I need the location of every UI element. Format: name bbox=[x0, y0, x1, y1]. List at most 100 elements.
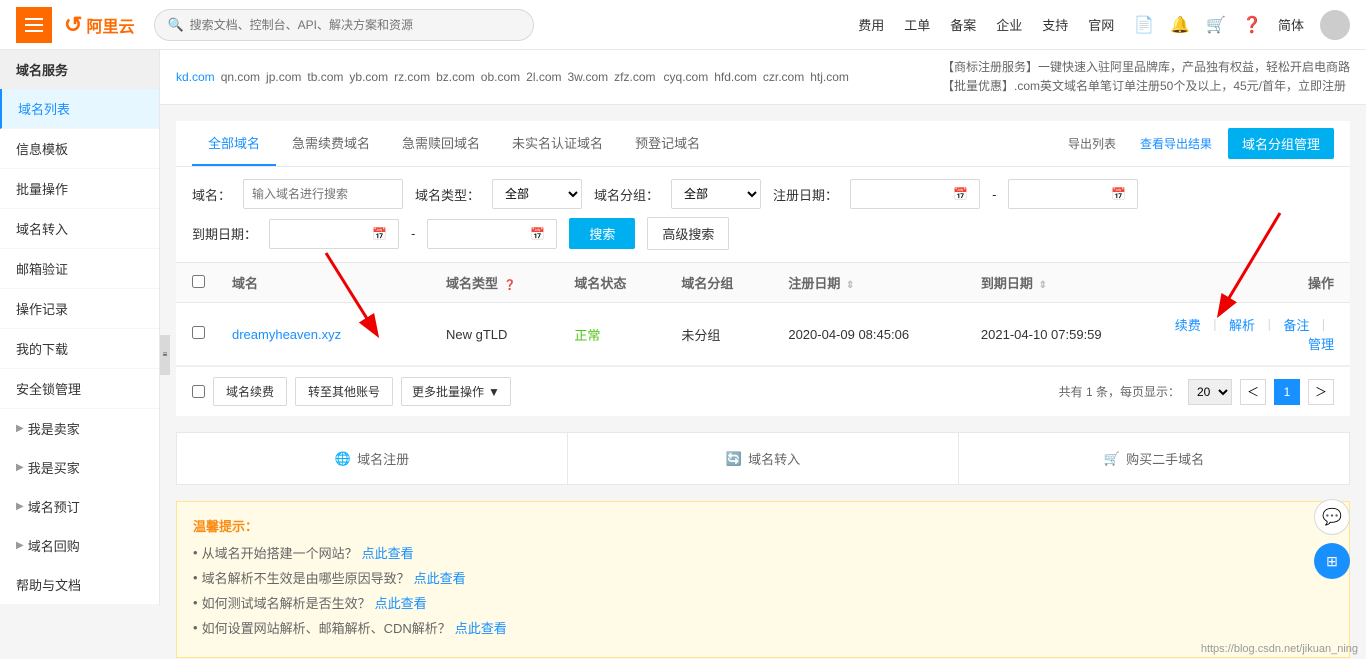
tips-link-3[interactable]: 点此查看 bbox=[455, 618, 507, 637]
grid-float-button[interactable]: ⊞ bbox=[1314, 543, 1350, 579]
tips-link-2[interactable]: 点此查看 bbox=[375, 593, 427, 612]
tips-link-1[interactable]: 点此查看 bbox=[414, 568, 466, 587]
chevron-right-icon: ▶ bbox=[16, 423, 24, 434]
bullet-icon0: • bbox=[193, 545, 198, 560]
sidebar-item-batch-ops[interactable]: 批量操作 bbox=[0, 169, 159, 209]
exp-date-start[interactable]: 📅 bbox=[269, 219, 399, 249]
promo-right-line1: 【商标注册服务】一键快速入驻阿里品牌库，产品独有权益，轻松开启电商路 bbox=[942, 58, 1350, 77]
domain-link[interactable]: dreamyheaven.xyz bbox=[232, 327, 341, 342]
sep1: 丨 bbox=[1208, 318, 1221, 333]
reg-date-start-input[interactable] bbox=[859, 187, 949, 201]
sidebar-item-preorder[interactable]: ▶ 域名预订 bbox=[0, 487, 159, 526]
note-link[interactable]: 备注 bbox=[1283, 318, 1309, 333]
promo-domain-yb: yb.com bbox=[349, 70, 388, 84]
sidebar-item-domain-list[interactable]: 域名列表 bbox=[0, 89, 159, 129]
sidebar-item-op-records[interactable]: 操作记录 bbox=[0, 289, 159, 329]
tab-redeem-urgent[interactable]: 急需赎回域名 bbox=[386, 121, 496, 166]
transfer-button[interactable]: 转至其他账号 bbox=[295, 377, 393, 406]
sidebar-item-email-verify[interactable]: 邮箱验证 bbox=[0, 249, 159, 289]
manage-link[interactable]: 管理 bbox=[1308, 337, 1334, 352]
promo-domains-row2: cyq.com hfd.com czr.com htj.com bbox=[664, 70, 849, 84]
chat-float-button[interactable]: 💬 bbox=[1314, 499, 1350, 535]
sidebar-item-seller[interactable]: ▶ 我是卖家 bbox=[0, 409, 159, 448]
sidebar-item-buyback[interactable]: ▶ 域名回购 bbox=[0, 526, 159, 565]
menu-button[interactable] bbox=[16, 7, 52, 43]
prev-page-button[interactable]: ＜ bbox=[1240, 379, 1266, 405]
type-select[interactable]: 全部 bbox=[492, 179, 582, 209]
nav-item-ticket[interactable]: 工单 bbox=[904, 15, 930, 34]
sidebar-item-info-template[interactable]: 信息模板 bbox=[0, 129, 159, 169]
exp-date-start-input[interactable] bbox=[278, 227, 368, 241]
calendar-icon4: 📅 bbox=[530, 227, 545, 241]
menu-line3 bbox=[25, 30, 43, 32]
sidebar-item-buyer[interactable]: ▶ 我是买家 bbox=[0, 448, 159, 487]
domain-search-input[interactable] bbox=[243, 179, 403, 209]
more-batch-button[interactable]: 更多批量操作 ▼ bbox=[401, 377, 511, 406]
link-domain-transfer[interactable]: 🔄 域名转入 bbox=[568, 433, 959, 484]
tips-item-0: • 从域名开始搭建一个网站？ 点此查看 bbox=[193, 543, 1333, 562]
calendar-icon1: 📅 bbox=[953, 187, 968, 201]
link-buy-secondhand[interactable]: 🛒 购买二手域名 bbox=[959, 433, 1349, 484]
sidebar-collapse-btn[interactable]: ≡ bbox=[160, 335, 170, 375]
view-export-button[interactable]: 查看导出结果 bbox=[1132, 131, 1220, 156]
tab-preregister[interactable]: 预登记域名 bbox=[619, 121, 716, 166]
promo-domain-czr: czr.com bbox=[763, 70, 804, 84]
tab-renew-urgent[interactable]: 急需续费域名 bbox=[276, 121, 386, 166]
header-search-bar[interactable]: 🔍 bbox=[154, 9, 534, 41]
sidebar-item-domain-transfer[interactable]: 域名转入 bbox=[0, 209, 159, 249]
reg-date-end[interactable]: 📅 bbox=[1008, 179, 1138, 209]
grid-icon: ⊞ bbox=[1326, 553, 1338, 570]
nav-item-beian[interactable]: 备案 bbox=[950, 15, 976, 34]
logo[interactable]: ↺ 阿里云 bbox=[64, 12, 134, 38]
row-group-cell: 未分组 bbox=[681, 325, 788, 344]
row-checkbox[interactable] bbox=[192, 326, 205, 339]
sidebar-item-my-downloads[interactable]: 我的下载 bbox=[0, 329, 159, 369]
help-icon[interactable]: ❓ bbox=[1242, 15, 1262, 35]
avatar[interactable] bbox=[1320, 10, 1350, 40]
search-input[interactable] bbox=[190, 18, 522, 32]
promo-domain-kd[interactable]: kd.com bbox=[176, 70, 215, 84]
export-list-button[interactable]: 导出列表 bbox=[1060, 131, 1124, 156]
dns-link[interactable]: 解析 bbox=[1229, 318, 1255, 333]
page-1-button[interactable]: 1 bbox=[1274, 379, 1300, 405]
reg-date-end-input[interactable] bbox=[1017, 187, 1107, 201]
cart-icon[interactable]: 🛒 bbox=[1206, 15, 1226, 35]
group-label: 域名分组： bbox=[594, 185, 659, 204]
tips-item-1: • 域名解析不生效是由哪些原因导致？ 点此查看 bbox=[193, 568, 1333, 587]
advanced-search-button[interactable]: 高级搜索 bbox=[647, 217, 729, 250]
next-page-button[interactable]: ＞ bbox=[1308, 379, 1334, 405]
doc-icon[interactable]: 📄 bbox=[1134, 15, 1154, 35]
bullet-icon1: • bbox=[193, 570, 198, 585]
tips-link-0[interactable]: 点此查看 bbox=[362, 543, 414, 562]
link-domain-register[interactable]: 🌐 域名注册 bbox=[177, 433, 568, 484]
nav-item-enterprise[interactable]: 企业 bbox=[996, 15, 1022, 34]
cart-icon2: 🛒 bbox=[1104, 451, 1120, 467]
per-page-select[interactable]: 20 bbox=[1188, 379, 1232, 405]
sidebar-item-help[interactable]: 帮助与文档 bbox=[0, 565, 159, 605]
nav-item-official[interactable]: 官网 bbox=[1088, 15, 1114, 34]
sidebar-item-security-lock[interactable]: 安全锁管理 bbox=[0, 369, 159, 409]
search-button[interactable]: 搜索 bbox=[569, 218, 635, 249]
exp-sort-icon[interactable]: ⇕ bbox=[1039, 280, 1047, 291]
tab-unrealname[interactable]: 未实名认证域名 bbox=[496, 121, 619, 166]
col-group-header: 域名分组 bbox=[681, 273, 788, 292]
batch-renew-button[interactable]: 域名续费 bbox=[213, 377, 287, 406]
nav-item-support[interactable]: 支持 bbox=[1042, 15, 1068, 34]
lang-switch[interactable]: 简体 bbox=[1278, 15, 1304, 34]
group-select[interactable]: 全部 bbox=[671, 179, 761, 209]
footer-checkbox[interactable] bbox=[192, 385, 205, 398]
nav-item-cost[interactable]: 费用 bbox=[858, 15, 884, 34]
exp-date-end[interactable]: 📅 bbox=[427, 219, 557, 249]
exp-date-end-input[interactable] bbox=[436, 227, 526, 241]
tab-all-domains[interactable]: 全部域名 bbox=[192, 121, 276, 166]
bell-icon[interactable]: 🔔 bbox=[1170, 15, 1190, 35]
reg-sort-icon[interactable]: ⇕ bbox=[846, 280, 854, 291]
reg-date-start[interactable]: 📅 bbox=[850, 179, 980, 209]
promo-domain-jp: jp.com bbox=[266, 70, 301, 84]
renew-link[interactable]: 续费 bbox=[1175, 318, 1201, 333]
domain-table: 域名 域名类型 ❓ 域名状态 域名分组 注册日期 ⇕ 到期日期 ⇕ bbox=[176, 263, 1350, 416]
manage-groups-button[interactable]: 域名分组管理 bbox=[1228, 128, 1334, 159]
table-footer: 域名续费 转至其他账号 更多批量操作 ▼ 共有 1 条，每页显示： 20 ＜ 1… bbox=[176, 366, 1350, 416]
select-all-checkbox[interactable] bbox=[192, 275, 205, 288]
layout: 域名服务 域名列表 信息模板 批量操作 域名转入 邮箱验证 操作记录 我的下载 bbox=[0, 50, 1366, 659]
